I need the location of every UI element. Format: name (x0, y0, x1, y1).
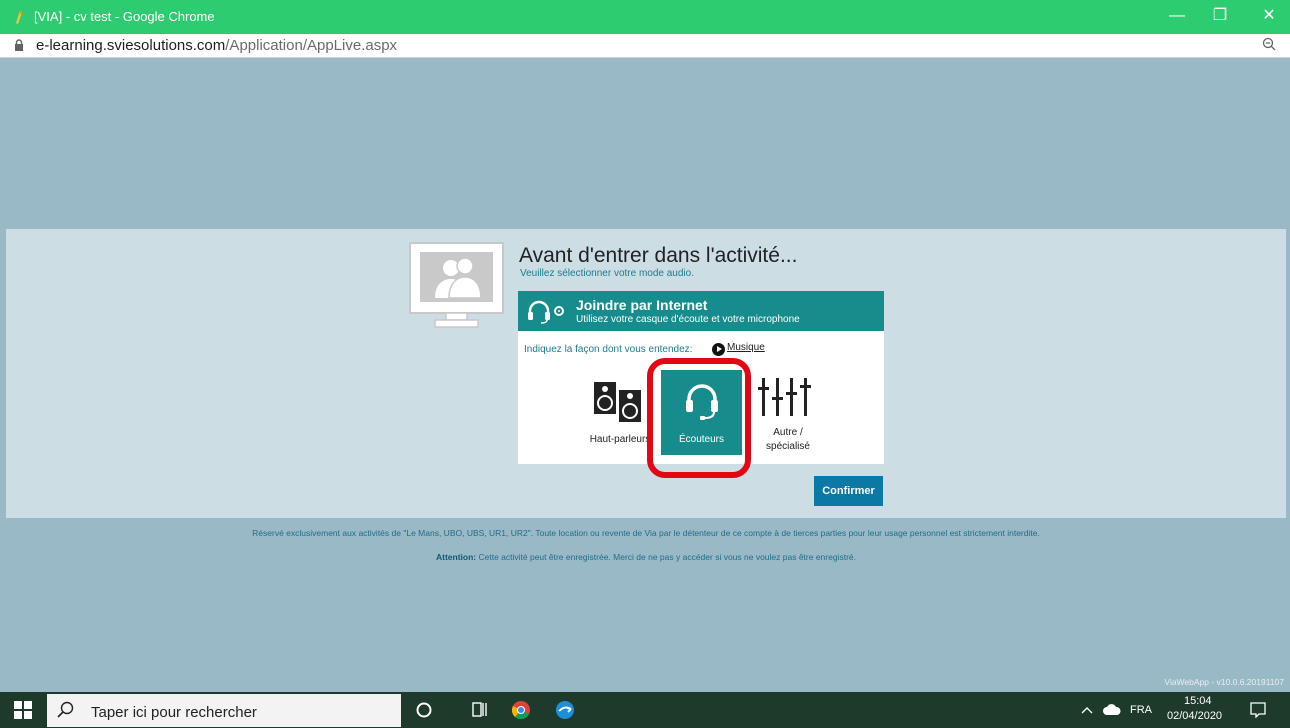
clock-time[interactable]: 15:04 (1184, 695, 1212, 707)
windows-start-icon[interactable] (14, 701, 32, 719)
url-text[interactable]: e-learning.sviesolutions.com/Application… (36, 37, 397, 54)
close-button[interactable]: ✕ (1254, 5, 1284, 27)
join-internet-option[interactable]: Joindre par Internet Utilisez votre casq… (518, 291, 884, 331)
notifications-icon[interactable] (1250, 702, 1266, 718)
restore-button[interactable]: ❐ (1205, 5, 1235, 27)
browser-title-bar: [VIA] - cv test - Google Chrome — ❐ ✕ (0, 0, 1290, 34)
other-label-line2: spécialisé (766, 441, 810, 452)
cortana-icon[interactable] (414, 700, 434, 720)
headset-icon (528, 300, 550, 324)
play-music-icon[interactable] (712, 343, 725, 356)
minimize-button[interactable]: — (1162, 5, 1192, 27)
recording-notice: Attention: Cette activité peut être enre… (435, 552, 856, 562)
app-version: ViaWebApp - v10.0.6.20191107 (1164, 677, 1284, 687)
other-specialized-option[interactable]: Autre / spécialisé (748, 370, 828, 455)
window-title: [VIA] - cv test - Google Chrome (34, 9, 215, 24)
search-icon (57, 701, 74, 718)
clock-date[interactable]: 02/04/2020 (1167, 710, 1222, 722)
page-header-band (6, 58, 1286, 229)
input-language[interactable]: FRA (1130, 704, 1152, 716)
music-test-link[interactable]: Musique (727, 342, 765, 353)
join-internet-description: Utilisez votre casque d'écoute et votre … (576, 314, 800, 325)
zoom-icon[interactable] (1262, 37, 1276, 51)
selection-highlight-box (647, 358, 751, 478)
speakers-icon (594, 382, 641, 422)
join-internet-title: Joindre par Internet (576, 297, 708, 313)
app-shortcut-icon[interactable] (555, 700, 575, 720)
task-view-icon[interactable] (469, 700, 489, 720)
lock-icon (15, 39, 23, 51)
confirm-button[interactable]: Confirmer (814, 476, 883, 506)
search-placeholder: Taper ici pour rechercher (91, 704, 257, 721)
monitor-users-icon (409, 242, 504, 328)
address-bar[interactable]: e-learning.sviesolutions.com/Application… (0, 34, 1290, 58)
chrome-icon[interactable] (511, 700, 531, 720)
via-favicon-icon (16, 11, 24, 24)
mixer-sliders-icon (758, 378, 811, 416)
windows-taskbar: Taper ici pour rechercher FRA 15:04 02/0… (0, 692, 1290, 728)
onedrive-cloud-icon[interactable] (1103, 704, 1121, 716)
page-subtitle: Veuillez sélectionner votre mode audio. (520, 268, 694, 279)
usage-restriction-notice: Réservé exclusivement aux activités de "… (252, 528, 1040, 538)
listening-mode-hint: Indiquez la façon dont vous entendez: (524, 344, 693, 355)
page-footer-band (6, 518, 1286, 692)
other-label-line1: Autre / (773, 427, 803, 438)
join-internet-radio[interactable] (554, 306, 564, 316)
page-title: Avant d'entrer dans l'activité... (519, 244, 798, 267)
show-hidden-icons[interactable] (1081, 705, 1093, 715)
taskbar-search-box[interactable]: Taper ici pour rechercher (47, 694, 401, 727)
